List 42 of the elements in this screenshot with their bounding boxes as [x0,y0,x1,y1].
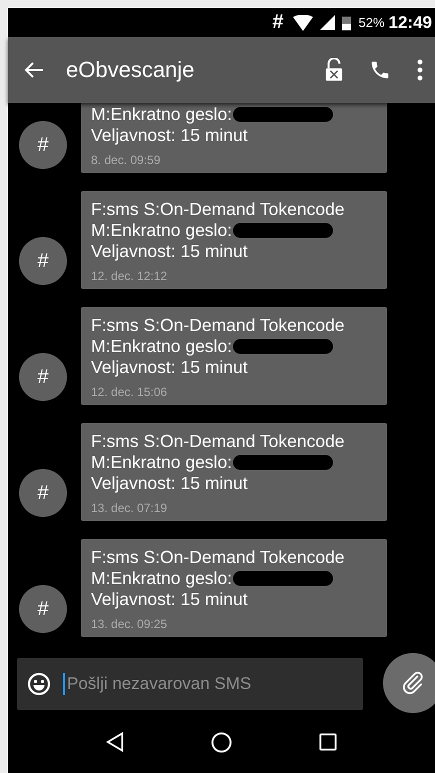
back-triangle-icon[interactable] [106,732,124,752]
message-text: M:Enkratno geslo: [91,220,232,241]
message-time: 12. dec. 12:12 [91,269,168,283]
message-text: F:sms S:On-Demand Tokencode [91,199,345,220]
message-text: Veljavnost: 15 minut [91,589,248,610]
message-text: Veljavnost: 15 minut [91,241,248,262]
recents-square-icon[interactable] [318,733,337,751]
notification-icon: # [272,11,284,34]
signal-icon [320,15,336,30]
more-options-icon[interactable] [417,59,423,81]
message-time: 8. dec. 09:59 [91,153,162,167]
message-text: F:sms S:On-Demand Tokencode [91,547,345,568]
contact-avatar: # [19,469,67,517]
message-time: 12. dec. 15:06 [91,385,168,399]
phone-icon[interactable] [369,59,391,81]
conversation-title: eObvescanje [66,57,194,83]
text-cursor [63,673,65,695]
unlocked-padlock-icon[interactable] [325,58,343,82]
message-text: Veljavnost: 15 minut [91,125,248,146]
message-text: M:Enkratno geslo: [91,452,232,473]
message-text: M:Enkratno geslo: [91,104,232,125]
message-text: M:Enkratno geslo: [91,568,232,589]
message-text: Veljavnost: 15 minut [91,357,248,378]
smiley-icon[interactable] [27,672,51,696]
message-input-field[interactable]: Pošlji nezavarovan SMS [17,658,363,710]
contact-avatar: # [19,121,67,169]
message-text: M:Enkratno geslo: [91,336,232,357]
attach-button[interactable] [383,653,435,713]
message-time: 13. dec. 07:19 [91,501,168,515]
battery-percent: 52% [358,15,385,30]
wifi-icon [293,14,314,30]
message-text: F:sms S:On-Demand Tokencode [91,431,345,452]
contact-avatar: # [19,585,67,633]
message-text: F:sms S:On-Demand Tokencode [91,315,345,336]
contact-avatar: # [19,237,67,285]
status-time: 12:49 [388,12,432,32]
home-circle-icon[interactable] [210,732,232,752]
message-text: Veljavnost: 15 minut [91,473,248,494]
message-time: 13. dec. 09:25 [91,617,168,631]
contact-avatar: # [19,353,67,401]
back-arrow-icon[interactable] [24,60,44,80]
battery-icon [342,14,352,30]
